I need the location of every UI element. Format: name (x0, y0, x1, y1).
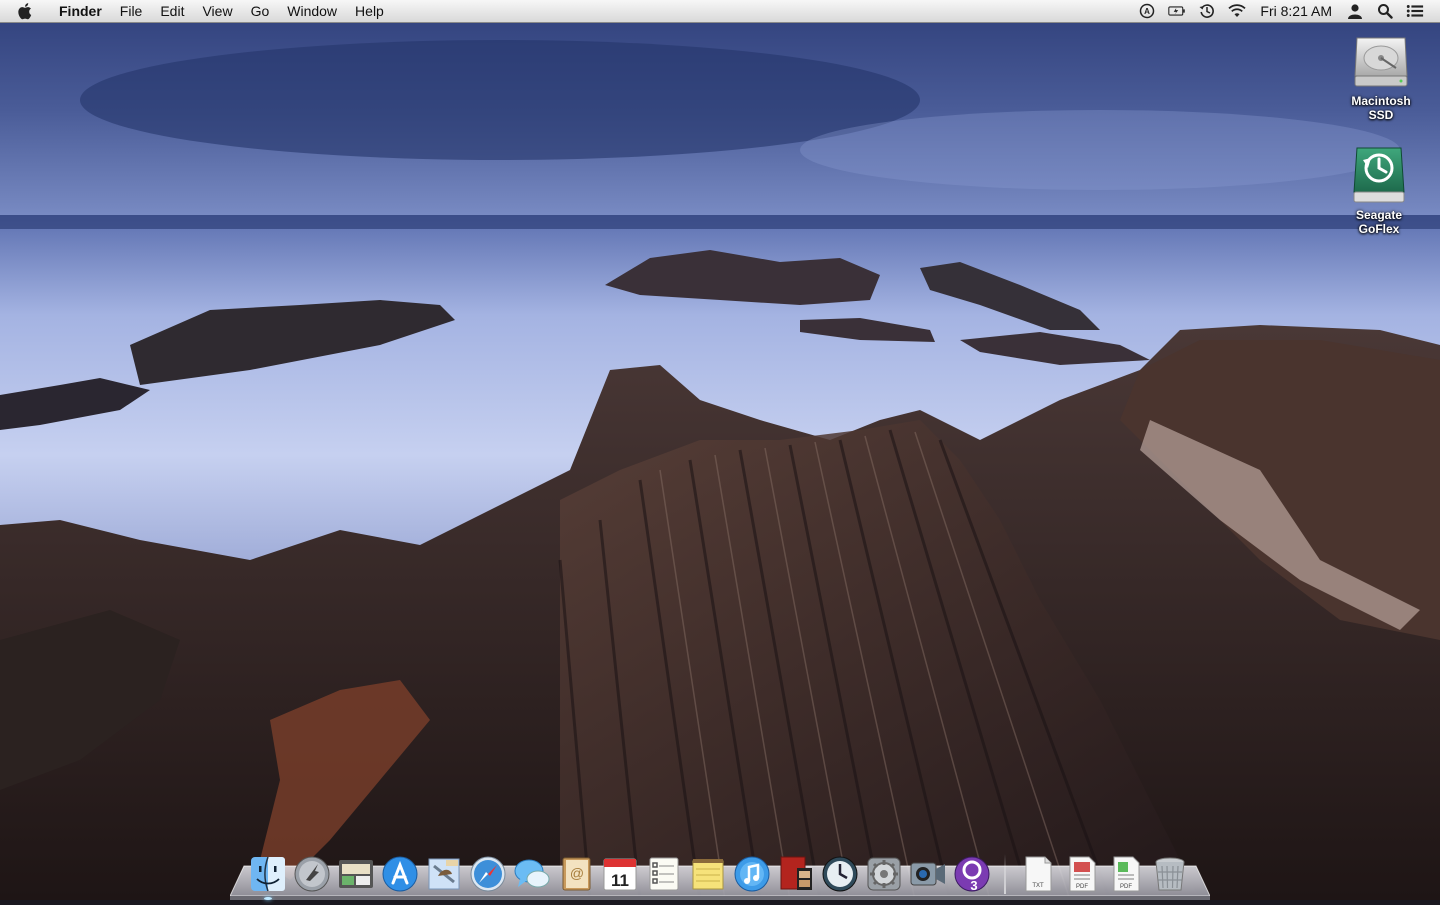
spotlight-icon[interactable] (1376, 2, 1394, 20)
menu-go[interactable]: Go (242, 0, 279, 22)
launchpad-icon[interactable] (292, 854, 332, 894)
pdf-document-icon-2[interactable]: PDF (1106, 854, 1146, 894)
image-capture-icon[interactable] (336, 854, 376, 894)
safari-icon[interactable] (468, 854, 508, 894)
battery-icon[interactable] (1168, 2, 1186, 20)
desktop-icon-macintosh-ssd[interactable]: Macintosh SSD (1331, 30, 1431, 122)
system-preferences-icon[interactable] (864, 854, 904, 894)
svg-text:A: A (1145, 7, 1151, 16)
txt-document-icon[interactable]: TXT (1018, 854, 1058, 894)
menu-view[interactable]: View (193, 0, 241, 22)
adobe-icon[interactable]: A (1138, 2, 1156, 20)
menu-help[interactable]: Help (346, 0, 393, 22)
facetime-icon[interactable] (908, 854, 948, 894)
desktop-icon-seagate-goflex[interactable]: Seagate GoFlex (1329, 144, 1429, 236)
instastats-icon[interactable]: 3 (952, 854, 992, 894)
svg-text:3: 3 (970, 878, 977, 893)
doc-label: TXT (1032, 883, 1044, 889)
photo-booth-icon[interactable] (776, 854, 816, 894)
reminders-icon[interactable] (644, 854, 684, 894)
calendar-icon[interactable]: 11 (600, 854, 640, 894)
desktop-wallpaper (0, 0, 1440, 900)
hard-drive-icon (1351, 30, 1411, 90)
contacts-icon[interactable]: @ (556, 854, 596, 894)
doc-label: PDF (1120, 884, 1132, 890)
messages-icon[interactable] (512, 854, 552, 894)
time-machine-icon[interactable] (1198, 2, 1216, 20)
menu-edit[interactable]: Edit (151, 0, 193, 22)
menu-window[interactable]: Window (278, 0, 346, 22)
finder-icon[interactable] (248, 854, 288, 900)
apple-icon[interactable] (18, 2, 36, 20)
menu-file[interactable]: File (111, 0, 152, 22)
dock: @ 11 3 TXT PDF PDF (246, 846, 1192, 900)
menu-bar: Finder File Edit View Go Window Help A F… (0, 0, 1440, 23)
svg-text:@: @ (570, 865, 584, 881)
mail-icon[interactable] (424, 854, 464, 894)
menu-finder[interactable]: Finder (50, 0, 111, 22)
wifi-icon[interactable] (1228, 2, 1247, 20)
desktop-icon-label: Macintosh SSD (1351, 94, 1411, 122)
notification-center-icon[interactable] (1406, 2, 1424, 20)
app-store-icon[interactable] (380, 854, 420, 894)
menubar-clock[interactable]: Fri 8:21 AM (1252, 3, 1340, 19)
doc-label: PDF (1076, 884, 1088, 890)
itunes-icon[interactable] (732, 854, 772, 894)
desktop-icon-label: Seagate GoFlex (1355, 208, 1403, 236)
trash-icon[interactable] (1150, 854, 1190, 894)
calendar-day: 11 (611, 871, 629, 890)
time-machine-icon[interactable] (820, 854, 860, 894)
time-machine-drive-icon (1349, 144, 1409, 204)
notes-icon[interactable] (688, 854, 728, 894)
dock-separator (1004, 854, 1006, 894)
user-icon[interactable] (1346, 2, 1364, 20)
pdf-document-icon[interactable]: PDF (1062, 854, 1102, 894)
